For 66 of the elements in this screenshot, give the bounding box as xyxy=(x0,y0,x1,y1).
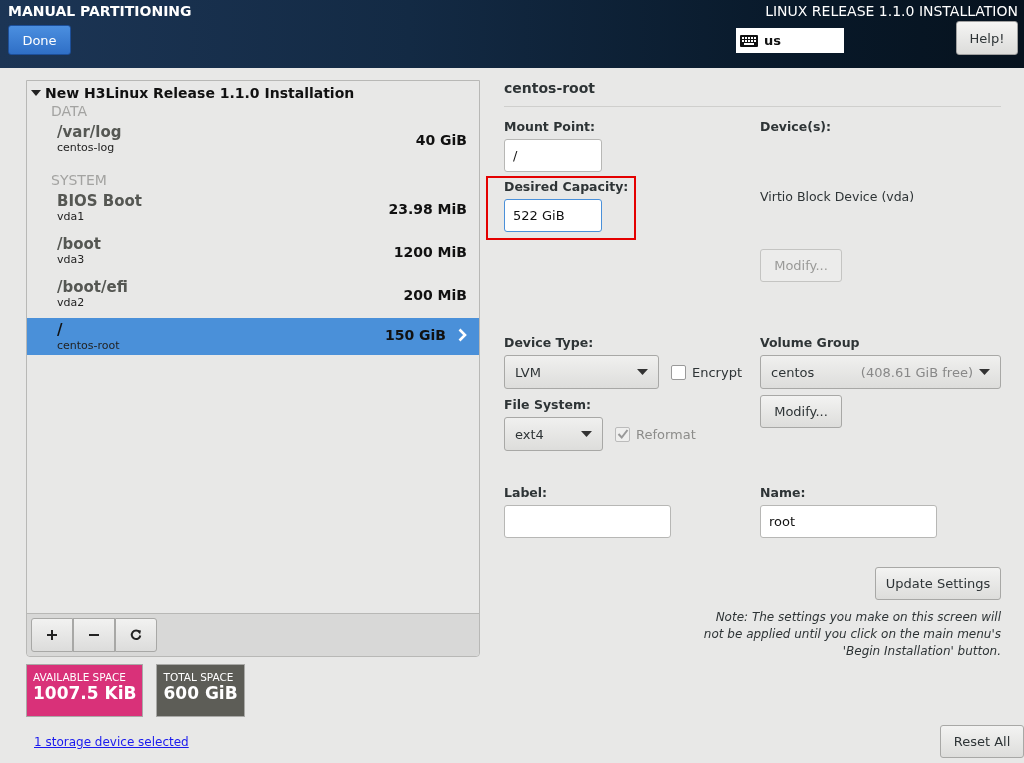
refresh-icon xyxy=(130,629,142,641)
dropdown-arrow-icon xyxy=(637,369,648,375)
unchecked-checkbox[interactable] xyxy=(671,364,686,380)
mount-point-text: /boot xyxy=(57,235,101,253)
field-label: Desired Capacity: xyxy=(504,179,629,196)
partition-row[interactable]: /boot vda3 1200 MiB xyxy=(27,232,479,275)
partition-row[interactable]: / centos-root 150 GiB xyxy=(27,318,479,355)
device-name-text: vda3 xyxy=(57,253,86,266)
field-label: Volume Group xyxy=(760,335,860,352)
size-text: 200 MiB xyxy=(403,287,467,303)
space-label: AVAILABLE SPACE xyxy=(33,671,127,683)
partition-row[interactable]: /boot/efi vda2 200 MiB xyxy=(27,275,479,318)
size-text: 40 GiB xyxy=(415,132,467,148)
modify-volume-group-button[interactable]: Modify... xyxy=(760,395,842,428)
add-button[interactable] xyxy=(31,618,73,652)
storage-devices-link[interactable]: 1 storage device selected xyxy=(34,735,504,749)
checkbox-label: Encrypt xyxy=(692,364,742,380)
partition-row[interactable]: BIOS Boot vda1 23.98 MiB xyxy=(27,189,479,232)
device-name-text: centos-log xyxy=(57,141,116,154)
size-text: 150 GiB xyxy=(384,327,446,343)
label-field[interactable] xyxy=(504,505,671,538)
screen-title: MANUAL PARTITIONING xyxy=(7,2,192,19)
dropdown-arrow-icon xyxy=(581,431,592,437)
mount-point-text: /var/log xyxy=(57,123,122,141)
space-label: TOTAL SPACE xyxy=(163,671,235,683)
group-heading: SYSTEM xyxy=(50,172,108,189)
size-text: 1200 MiB xyxy=(393,244,467,260)
name-field[interactable]: root xyxy=(760,505,937,538)
keyboard-icon xyxy=(740,34,758,47)
partition-row[interactable]: /var/log centos-log 40 GiB xyxy=(27,120,479,163)
mount-point-text: /boot/efi xyxy=(57,278,128,296)
size-text: 23.98 MiB xyxy=(388,201,467,217)
chevron-right-icon xyxy=(458,328,467,342)
mount-point-text: / xyxy=(57,321,64,339)
add-icon xyxy=(46,629,58,641)
device-name-text: vda2 xyxy=(57,296,86,309)
field-label: Label: xyxy=(504,485,548,502)
space-value: 600 GiB xyxy=(163,683,238,703)
update-settings-button[interactable]: Update Settings xyxy=(875,567,1001,600)
device-name-text: centos-root xyxy=(57,339,120,352)
reset-all-button[interactable]: Reset All xyxy=(940,725,1024,758)
field-label: Mount Point: xyxy=(504,119,596,136)
tree-root-item[interactable]: New H3Linux Release 1.1.0 Installation xyxy=(27,83,479,103)
device-text: Virtio Block Device (vda) xyxy=(760,189,915,204)
file-system-dropdown[interactable]: ext4 xyxy=(504,417,603,451)
space-value: 1007.5 KiB xyxy=(33,683,137,703)
done-button[interactable]: Done xyxy=(8,25,71,55)
refresh-button[interactable] xyxy=(115,618,157,652)
device-type-dropdown[interactable]: LVM xyxy=(504,355,659,389)
keyboard-layout-indicator[interactable]: us xyxy=(736,28,844,53)
help-button[interactable]: Help! xyxy=(956,21,1018,55)
field-label: Name: xyxy=(760,485,806,502)
field-label: File System: xyxy=(504,397,591,414)
field-label: Device Type: xyxy=(504,335,594,352)
mount-point-text: BIOS Boot xyxy=(57,192,142,210)
dropdown-arrow-icon xyxy=(979,369,990,375)
field-label: Device(s): xyxy=(760,119,832,136)
mount-point-field[interactable]: / xyxy=(504,139,602,172)
checkbox-label: Reformat xyxy=(636,426,696,442)
device-name-text: vda1 xyxy=(57,210,86,223)
product-title: LINUX RELEASE 1.1.0 INSTALLATION xyxy=(765,2,1019,19)
note-text: Note: The settings you make on this screen will not be applied until you click on the main menu's 'Begin Installation' button. xyxy=(702,609,1001,660)
group-heading: DATA xyxy=(50,103,89,120)
desired-capacity-field[interactable]: 522 GiB xyxy=(504,199,602,232)
volume-group-dropdown[interactable]: centos (408.61 GiB free) xyxy=(760,355,1001,389)
partition-title: centos-root xyxy=(504,80,597,98)
